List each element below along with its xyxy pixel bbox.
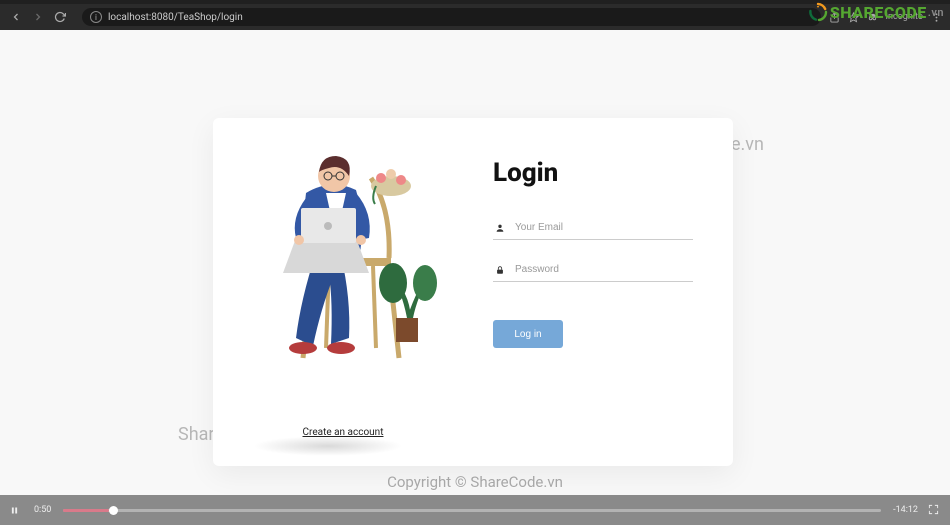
email-input[interactable] [515, 222, 693, 233]
address-bar[interactable]: i localhost:8080/TeaShop/login [82, 8, 821, 26]
create-account-link[interactable]: Create an account [303, 427, 384, 438]
url-text: localhost:8080/TeaShop/login [108, 12, 243, 23]
watermark-copyright: Copyright © ShareCode.vn [387, 473, 563, 491]
login-illustration [241, 138, 451, 378]
login-button[interactable]: Log in [493, 320, 563, 348]
progress-thumb[interactable] [109, 506, 118, 515]
current-time: 0:50 [34, 505, 51, 515]
password-input[interactable] [515, 264, 693, 275]
forward-button[interactable] [30, 9, 46, 25]
progress-bar[interactable] [63, 509, 881, 512]
page-body: ShareCode.vn ShareCode.vn Copyright © Sh… [0, 30, 950, 495]
illustration-panel: Create an account [213, 118, 473, 466]
video-player-bar: 0:50 -14:12 [0, 495, 950, 525]
remaining-time: -14:12 [893, 505, 918, 515]
reload-button[interactable] [52, 9, 68, 25]
login-title: Login [493, 158, 693, 188]
back-button[interactable] [8, 9, 24, 25]
sharecode-logo: SHARECODE.vn [808, 2, 944, 22]
illustration-shadow [253, 436, 403, 456]
login-form: Login Log in [473, 118, 733, 466]
fullscreen-button[interactable] [928, 504, 940, 516]
lock-icon [493, 265, 507, 275]
user-icon [493, 223, 507, 233]
login-card: Create an account Login Log in [213, 118, 733, 466]
site-info-icon[interactable]: i [90, 11, 102, 23]
play-pause-button[interactable] [10, 504, 22, 516]
password-field-row [493, 258, 693, 282]
email-field-row [493, 216, 693, 240]
